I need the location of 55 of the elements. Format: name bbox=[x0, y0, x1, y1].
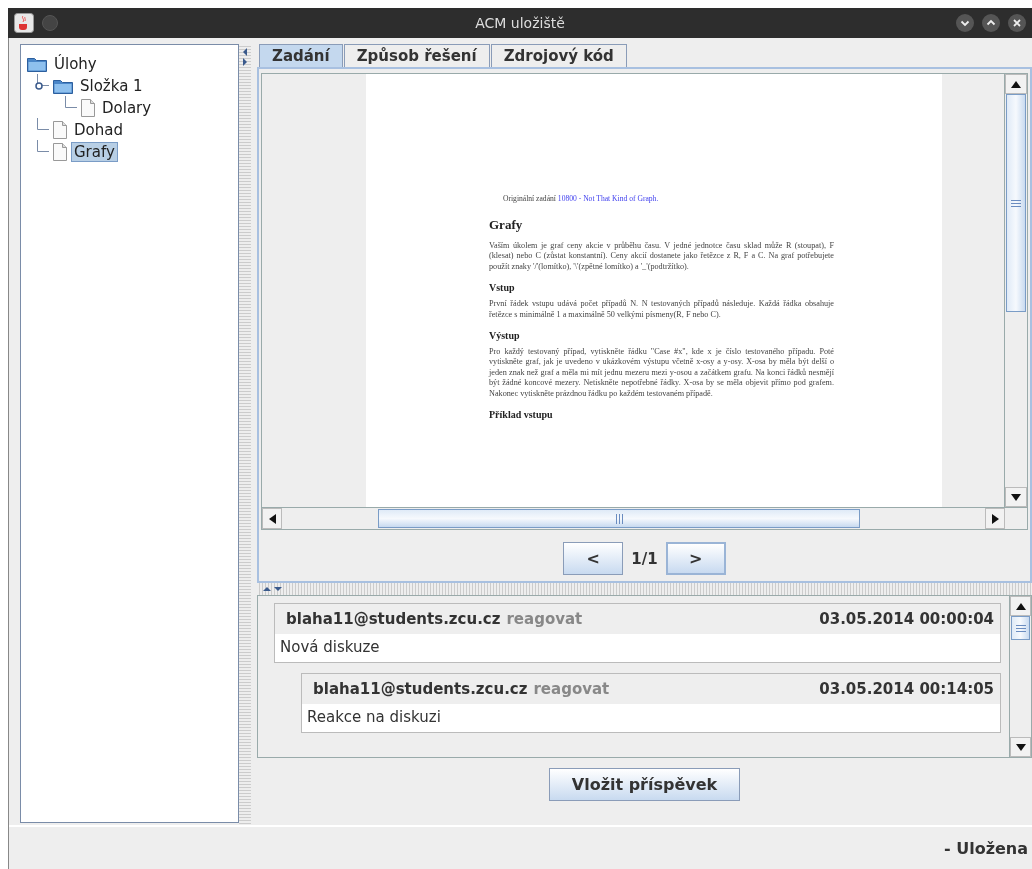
tab[interactable]: Zadání bbox=[259, 44, 343, 67]
tree-item[interactable]: Grafy bbox=[71, 142, 118, 162]
document-icon bbox=[81, 99, 95, 117]
grip-icon bbox=[615, 513, 623, 524]
comment-text: Nová diskuze bbox=[275, 634, 1000, 662]
expand-handle-icon[interactable] bbox=[35, 82, 43, 90]
collapse-arrows-icon[interactable] bbox=[261, 586, 285, 592]
up-arrow-icon[interactable] bbox=[1011, 80, 1021, 88]
comment-author: blaha11@students.zcu.cz bbox=[286, 610, 501, 628]
horizontal-scrollbar[interactable] bbox=[262, 507, 1027, 529]
tree-item[interactable]: Dohad bbox=[71, 120, 126, 140]
previous-page-button[interactable]: < bbox=[563, 542, 624, 575]
comment-time: 03.05.2014 00:00:04 bbox=[819, 610, 994, 628]
down-arrow-icon[interactable] bbox=[1011, 493, 1021, 501]
tree-item[interactable]: Složka 1 bbox=[77, 76, 146, 96]
tab[interactable]: Zdrojový kód bbox=[490, 44, 627, 67]
section-heading: Výstup bbox=[489, 330, 521, 342]
comment-text: Reakce na diskuzi bbox=[302, 704, 1000, 732]
tree-item[interactable]: Dolary bbox=[99, 98, 155, 118]
vertical-scrollbar[interactable] bbox=[1009, 596, 1031, 757]
folder-icon bbox=[53, 78, 73, 94]
comment-time: 03.05.2014 00:14:05 bbox=[819, 680, 994, 698]
tree-line-icon bbox=[37, 74, 49, 86]
tree-line-icon bbox=[37, 140, 49, 152]
maximize-button[interactable] bbox=[982, 14, 1000, 32]
minimize-button[interactable] bbox=[956, 14, 974, 32]
grip-icon bbox=[1011, 199, 1021, 207]
post-button[interactable]: Vložit příspěvek bbox=[548, 767, 741, 801]
next-page-button[interactable]: > bbox=[665, 542, 726, 575]
tree-item[interactable]: Úlohy bbox=[51, 54, 100, 74]
vertical-scrollbar[interactable] bbox=[1004, 74, 1027, 507]
paragraph: Pro každý testovaný případ, vytiskněte řádku "Case #x", kde x je číslo testovaného případu. Poté vytiskněte graf, jak je uvedeno v ukázkovém výstupu včetně x-osy a y-osy. X-osa by měla být delší o jeden znak než graf a měla mi mít jednu mezeru mezi y-osou a začátkem grafu. Na konci řádků nesmějí být žádné koncové mezery. Netiskněte nepotřebné řádky. X-osa by se měla objevit přímo pod grafem. Nakonec vytiskněte prázdnou řádku po každém testovaném případě. bbox=[489, 347, 834, 400]
section-heading: Příklad vstupu bbox=[489, 409, 554, 421]
tree-line-icon bbox=[65, 96, 77, 108]
document-icon bbox=[53, 143, 67, 161]
up-arrow-icon[interactable] bbox=[1015, 602, 1026, 610]
page-counter: 1/1 bbox=[631, 549, 658, 568]
comment-author: blaha11@students.zcu.cz bbox=[313, 680, 528, 698]
collapse-arrows-icon[interactable] bbox=[242, 46, 248, 68]
cup-icon bbox=[14, 13, 34, 33]
tree-line-icon bbox=[37, 118, 49, 130]
right-arrow-icon[interactable] bbox=[991, 513, 999, 524]
grip-icon bbox=[1015, 624, 1026, 632]
left-arrow-icon[interactable] bbox=[268, 513, 276, 524]
status-text: - Uložena bbox=[943, 838, 1028, 858]
tab[interactable]: Způsob řešení bbox=[343, 44, 490, 67]
section-heading: Vstup bbox=[489, 282, 516, 294]
document-icon bbox=[53, 121, 67, 139]
paragraph: První řádek vstupu udává počet případů N. N testovaných případů následuje. Každá řádka obsahuje řetězce s minimálně 1 a maximálně 50 velkými písmeny(R, F nebo C). bbox=[489, 299, 834, 321]
paragraph: Vaším úkolem je graf ceny akcie v průběhu času. V jedné jednotce času sklad může R (stoupat), F (klesat) nebo C (zůstat konstantní). Ceny akcií dostanete jako řetězce z R, F a C. Na graf potřebujete použít znaky '/'(lomítko), '\'(zpětné lomítko) a '_'(podtržítko). bbox=[489, 241, 834, 273]
document-title: Grafy bbox=[489, 217, 524, 233]
down-arrow-icon[interactable] bbox=[1015, 743, 1026, 751]
close-button[interactable] bbox=[1008, 14, 1026, 32]
window-title: ACM uložiště bbox=[474, 15, 566, 31]
folder-icon bbox=[27, 56, 47, 72]
